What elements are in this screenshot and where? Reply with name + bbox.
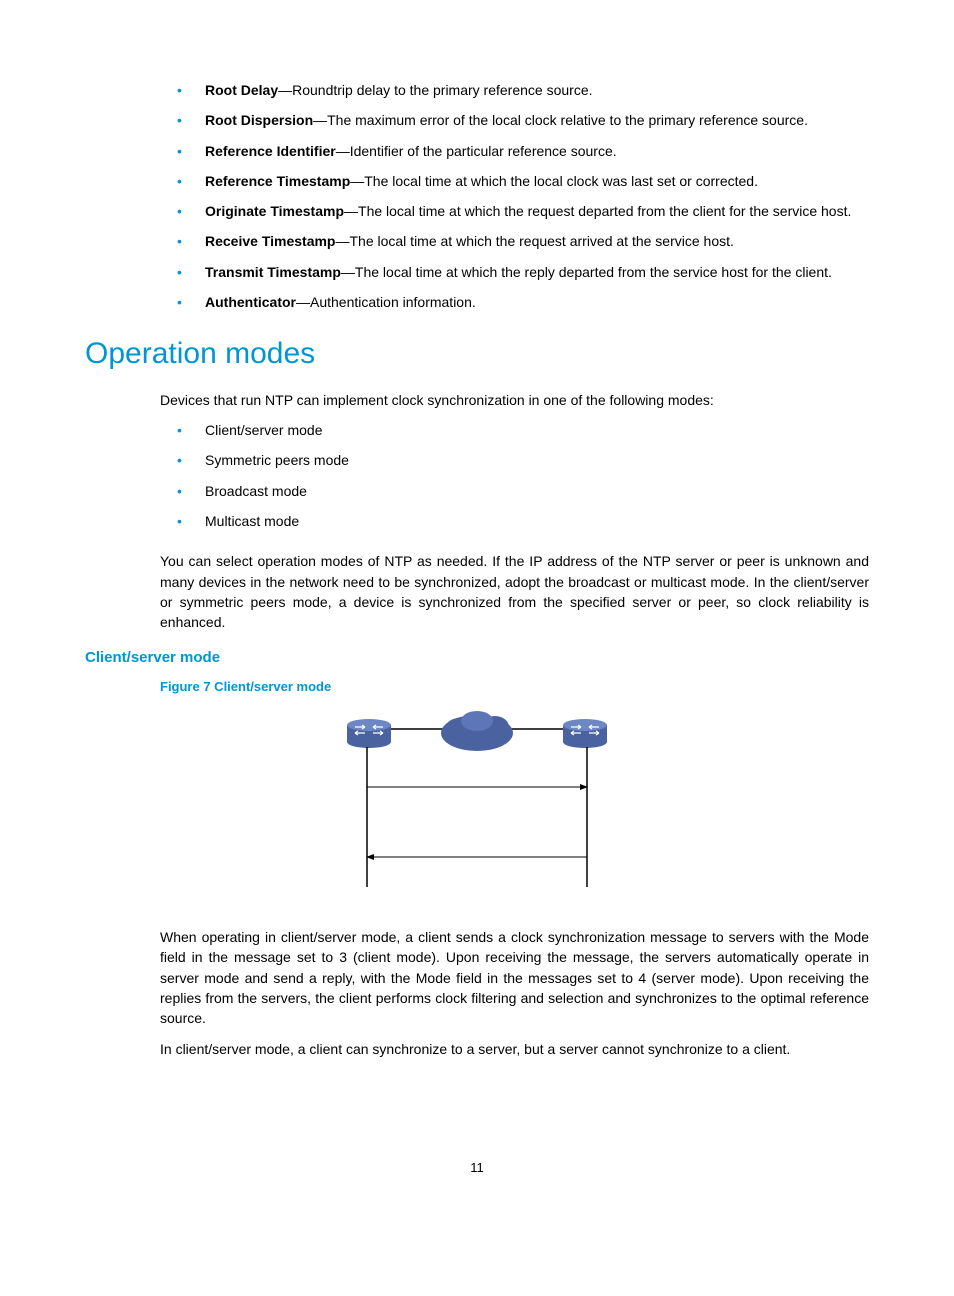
page-number: 11 bbox=[85, 1159, 869, 1178]
modes-list: Client/server mode Symmetric peers mode Br… bbox=[85, 420, 869, 531]
mode-item: Symmetric peers mode bbox=[85, 450, 869, 470]
definition-term: Reference Timestamp bbox=[205, 173, 350, 189]
mode-item: Broadcast mode bbox=[85, 481, 869, 501]
definition-term: Root Dispersion bbox=[205, 112, 313, 128]
definition-desc: —The local time at which the request dep… bbox=[344, 203, 851, 219]
definitions-list: Root Delay—Roundtrip delay to the primar… bbox=[85, 80, 869, 312]
definition-term: Root Delay bbox=[205, 82, 278, 98]
operation-modes-intro: Devices that run NTP can implement clock… bbox=[160, 390, 869, 410]
definition-item: Reference Identifier—Identifier of the p… bbox=[85, 141, 869, 161]
definition-item: Originate Timestamp—The local time at wh… bbox=[85, 201, 869, 221]
definition-item: Reference Timestamp—The local time at wh… bbox=[85, 171, 869, 191]
definition-item: Root Delay—Roundtrip delay to the primar… bbox=[85, 80, 869, 100]
definition-item: Transmit Timestamp—The local time at whi… bbox=[85, 262, 869, 282]
client-server-para1: When operating in client/server mode, a … bbox=[160, 927, 869, 1028]
definition-desc: —The maximum error of the local clock re… bbox=[313, 112, 808, 128]
definition-desc: —Authentication information. bbox=[296, 294, 476, 310]
definition-desc: —The local time at which the local clock… bbox=[350, 173, 758, 189]
definition-desc: —Identifier of the particular reference … bbox=[336, 143, 617, 159]
definition-term: Authenticator bbox=[205, 294, 296, 310]
definition-term: Receive Timestamp bbox=[205, 233, 335, 249]
mode-item: Multicast mode bbox=[85, 511, 869, 531]
subsection-heading-client-server: Client/server mode bbox=[85, 647, 869, 669]
mode-item: Client/server mode bbox=[85, 420, 869, 440]
definition-term: Reference Identifier bbox=[205, 143, 336, 159]
definition-desc: —Roundtrip delay to the primary referenc… bbox=[278, 82, 592, 98]
client-server-para2: In client/server mode, a client can sync… bbox=[160, 1039, 869, 1059]
definition-desc: —The local time at which the reply depar… bbox=[341, 264, 832, 280]
definition-item: Root Dispersion—The maximum error of the… bbox=[85, 110, 869, 130]
definition-desc: —The local time at which the request arr… bbox=[335, 233, 733, 249]
definition-item: Authenticator—Authentication information… bbox=[85, 292, 869, 312]
figure-caption: Figure 7 Client/server mode bbox=[160, 678, 869, 697]
definition-term: Transmit Timestamp bbox=[205, 264, 341, 280]
figure-diagram bbox=[85, 707, 869, 897]
operation-modes-note: You can select operation modes of NTP as… bbox=[160, 551, 869, 632]
definition-term: Originate Timestamp bbox=[205, 203, 344, 219]
definition-item: Receive Timestamp—The local time at whic… bbox=[85, 231, 869, 251]
section-heading-operation-modes: Operation modes bbox=[85, 332, 869, 376]
